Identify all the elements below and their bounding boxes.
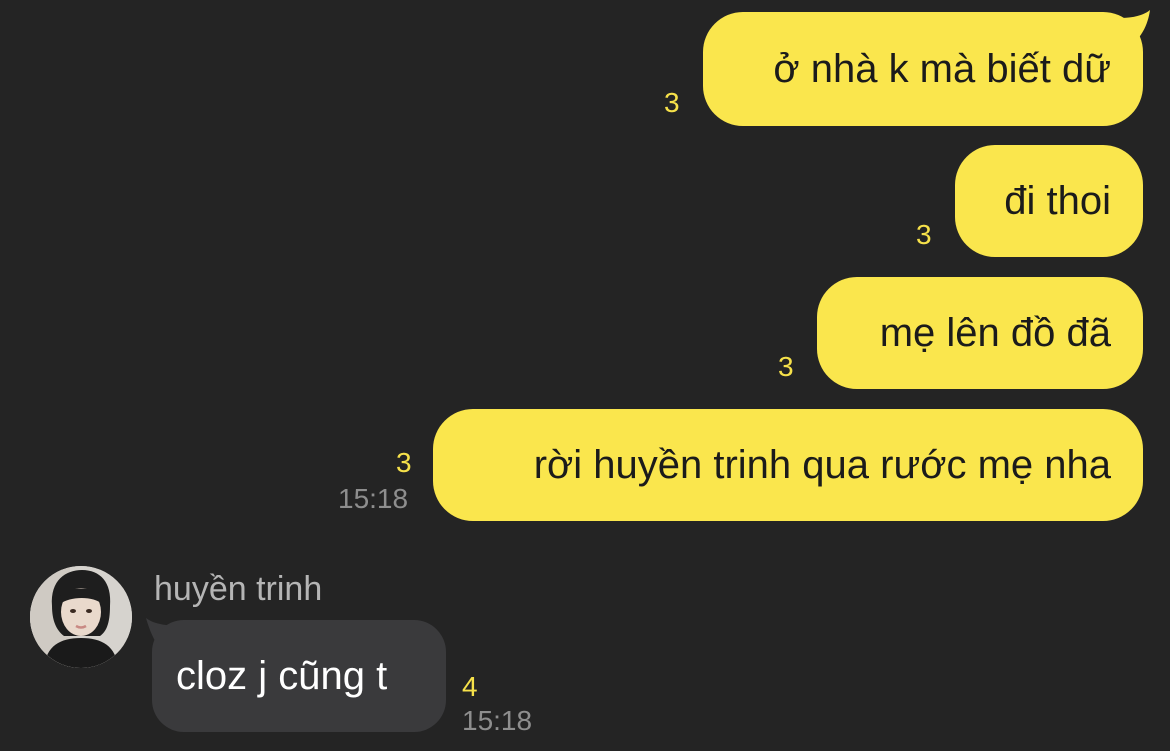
incoming-message[interactable]: cloz j cũng t	[152, 620, 446, 732]
message-timestamp: 15:18	[462, 705, 533, 736]
message-text: cloz j cũng t	[176, 654, 388, 698]
outgoing-message[interactable]: mẹ lên đồ đã	[817, 277, 1143, 389]
message-text: rời huyền trinh qua rước mẹ nha	[533, 443, 1111, 487]
message-text: ở nhà k mà biết dữ	[773, 47, 1111, 91]
outgoing-message[interactable]: rời huyền trinh qua rước mẹ nha	[433, 409, 1143, 521]
message-timestamp: 15:18	[338, 483, 409, 514]
chat-thread: ở nhà k mà biết dữ 3 đi thoi 3 mẹ lên đồ…	[0, 0, 1170, 751]
avatar[interactable]	[30, 566, 132, 668]
sender-name: huyền trinh	[154, 570, 323, 608]
unread-count: 4	[462, 671, 478, 702]
message-text: mẹ lên đồ đã	[879, 311, 1111, 355]
outgoing-message[interactable]: đi thoi	[955, 145, 1143, 257]
unread-count: 3	[664, 87, 680, 118]
unread-count: 3	[778, 351, 794, 382]
unread-count: 3	[396, 447, 412, 478]
message-text: đi thoi	[1004, 179, 1111, 223]
outgoing-message[interactable]: ở nhà k mà biết dữ	[703, 12, 1143, 126]
profile-photo-icon	[30, 566, 132, 668]
unread-count: 3	[916, 219, 932, 250]
